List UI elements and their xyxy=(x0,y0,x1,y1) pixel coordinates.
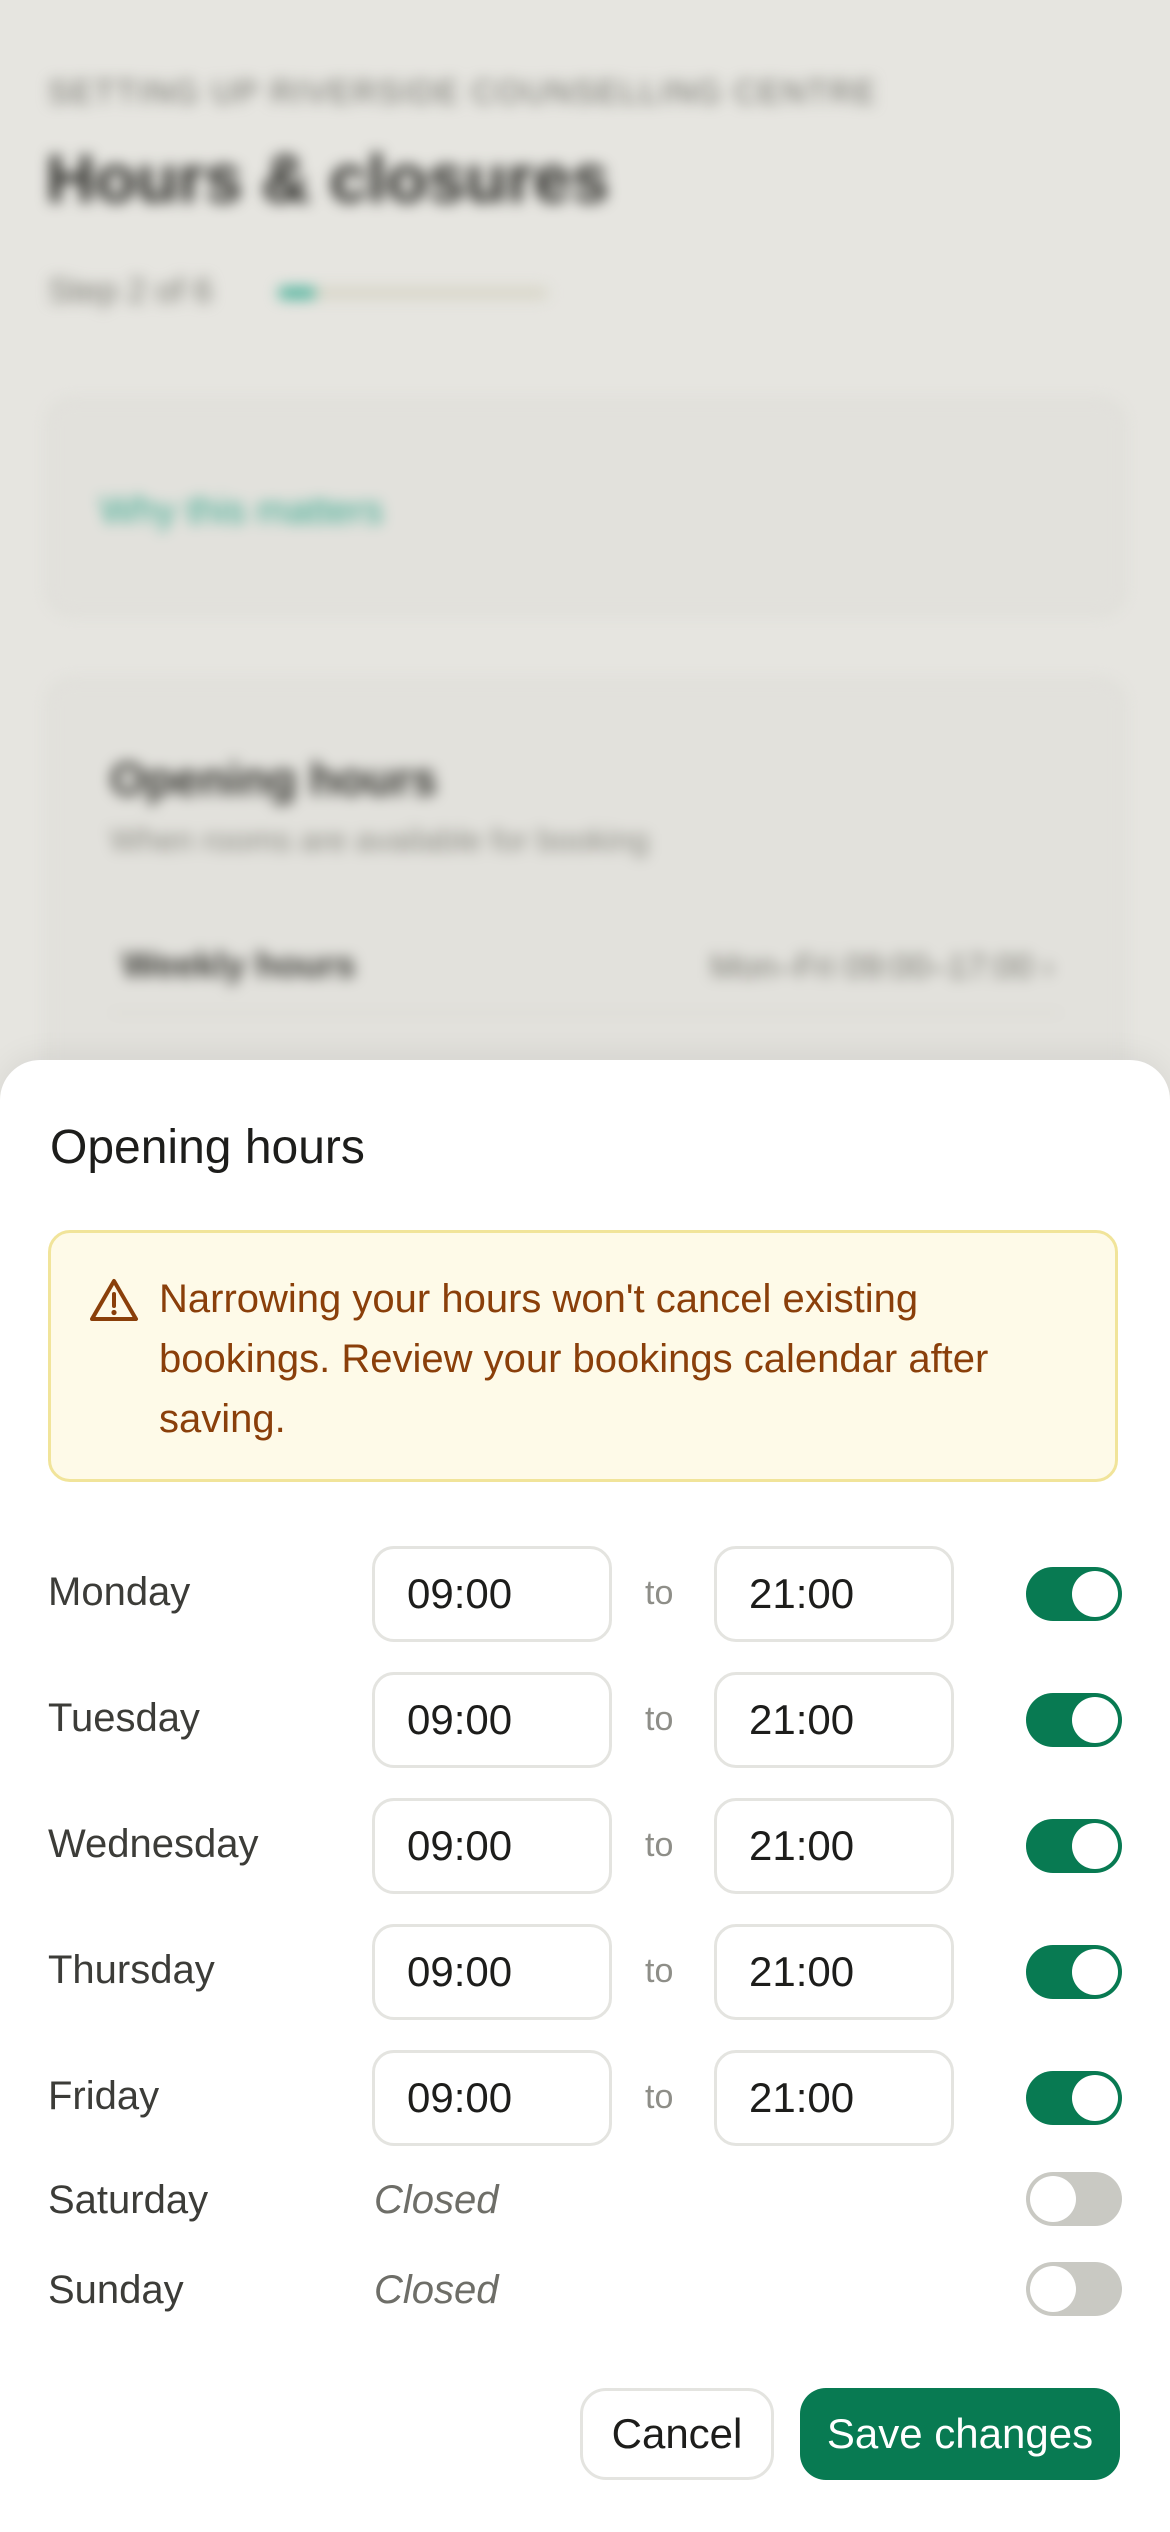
toggle-knob xyxy=(1072,1571,1118,1617)
toggle-knob xyxy=(1072,2075,1118,2121)
weekly-hours-label[interactable]: Weekly hours xyxy=(122,944,355,986)
day-toggle[interactable] xyxy=(1026,1819,1122,1873)
step-indicator: Step 2 of 6 xyxy=(48,272,213,310)
day-name: Friday xyxy=(48,2074,160,2118)
open-time-input[interactable]: 09:00 xyxy=(372,2050,612,2146)
day-name: Wednesday xyxy=(48,1822,259,1866)
closed-label: Closed xyxy=(374,2178,499,2222)
open-time-input[interactable]: 09:00 xyxy=(372,1546,612,1642)
background-page: Setting up Riverside Counselling Centre … xyxy=(0,0,1170,1144)
toggle-knob xyxy=(1030,2266,1076,2312)
warning-banner: Narrowing your hours won't cancel existi… xyxy=(48,1230,1118,1482)
day-name: Thursday xyxy=(48,1948,215,1992)
close-time-input[interactable]: 21:00 xyxy=(714,1924,954,2020)
close-time-input[interactable]: 21:00 xyxy=(714,2050,954,2146)
save-changes-button[interactable]: Save changes xyxy=(800,2388,1120,2480)
toggle-knob xyxy=(1072,1949,1118,1995)
warning-triangle-icon xyxy=(90,1279,138,1321)
day-name: Sunday xyxy=(48,2268,184,2312)
to-label: to xyxy=(645,1700,674,1738)
to-label: to xyxy=(645,1574,674,1612)
day-toggle[interactable] xyxy=(1026,2262,1122,2316)
open-time-input[interactable]: 09:00 xyxy=(372,1672,612,1768)
day-name: Saturday xyxy=(48,2178,209,2222)
day-toggle[interactable] xyxy=(1026,1693,1122,1747)
warning-text: Narrowing your hours won't cancel existi… xyxy=(159,1277,989,1441)
card-subtitle: When rooms are available for booking xyxy=(110,822,649,858)
to-label: to xyxy=(645,1826,674,1864)
day-toggle[interactable] xyxy=(1026,1567,1122,1621)
close-time-input[interactable]: 21:00 xyxy=(714,1546,954,1642)
to-label: to xyxy=(645,1952,674,1990)
setup-progress-bar xyxy=(278,287,548,299)
opening-hours-sheet: Opening hours Narrowing your hours won't… xyxy=(0,1060,1170,2532)
close-time-input[interactable]: 21:00 xyxy=(714,1672,954,1768)
day-toggle[interactable] xyxy=(1026,2172,1122,2226)
weekly-hours-value[interactable]: Mon–Fri 09:00–17:00 › xyxy=(710,948,1054,987)
cancel-button[interactable]: Cancel xyxy=(580,2388,774,2480)
open-time-input[interactable]: 09:00 xyxy=(372,1798,612,1894)
open-time-input[interactable]: 09:00 xyxy=(372,1924,612,2020)
closed-label: Closed xyxy=(374,2268,499,2312)
toggle-knob xyxy=(1072,1823,1118,1869)
info-card: Why this matters xyxy=(48,400,1124,614)
day-name: Monday xyxy=(48,1570,191,1614)
toggle-knob xyxy=(1072,1697,1118,1743)
setup-progress-fill xyxy=(278,287,316,299)
why-this-matters-link[interactable]: Why this matters xyxy=(100,490,383,533)
day-name: Tuesday xyxy=(48,1696,200,1740)
page-eyebrow: Setting up Riverside Counselling Centre xyxy=(48,74,878,110)
sheet-title: Opening hours xyxy=(50,1121,365,1174)
day-toggle[interactable] xyxy=(1026,2071,1122,2125)
divider xyxy=(110,1012,1062,1014)
toggle-knob xyxy=(1030,2176,1076,2222)
to-label: to xyxy=(645,2078,674,2116)
card-title: Opening hours xyxy=(110,753,438,805)
close-time-input[interactable]: 21:00 xyxy=(714,1798,954,1894)
page-title: Hours & closures xyxy=(46,141,610,217)
day-toggle[interactable] xyxy=(1026,1945,1122,1999)
